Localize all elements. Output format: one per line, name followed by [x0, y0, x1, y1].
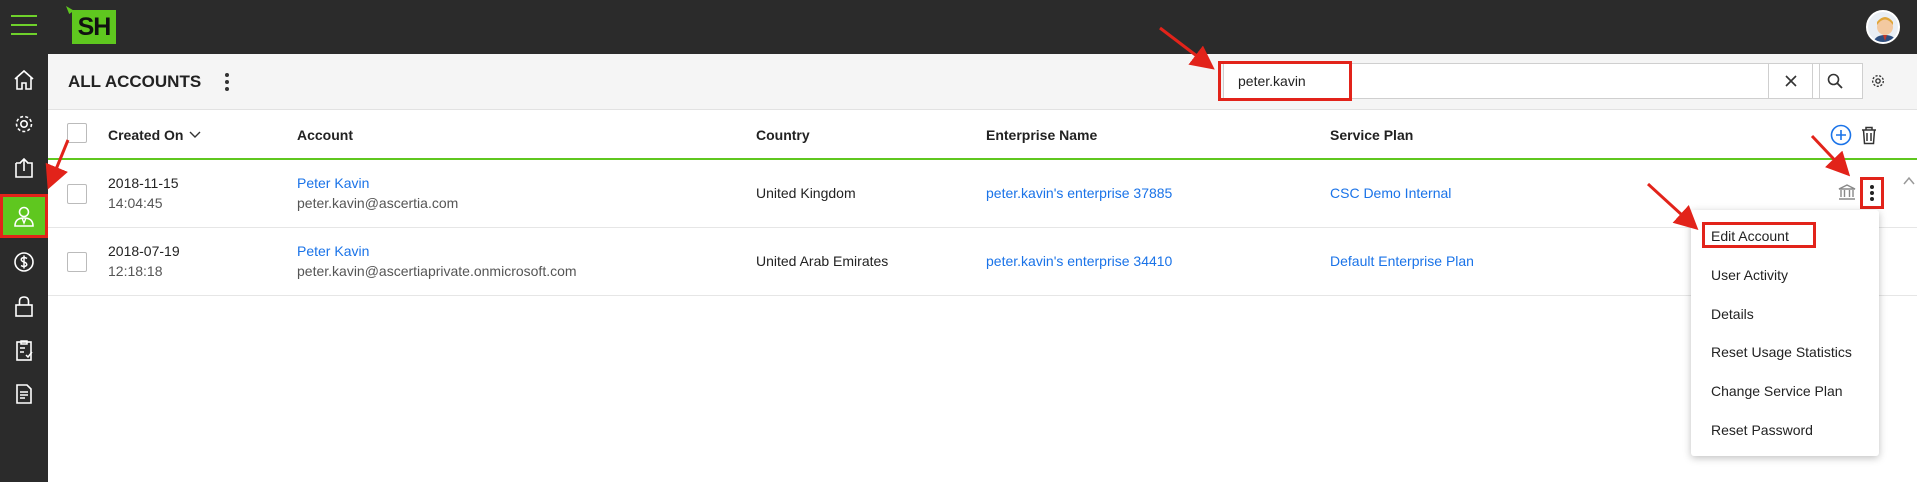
created-date: 2018-07-19	[108, 243, 180, 259]
more-vertical-icon	[1870, 185, 1874, 201]
delete-button[interactable]	[1858, 124, 1880, 146]
home-icon	[14, 69, 34, 90]
search-settings-button-icon-slot[interactable]	[1860, 64, 1896, 98]
add-account-button[interactable]	[1830, 124, 1852, 146]
menu-item-user-activity[interactable]: User Activity	[1711, 267, 1788, 283]
table-row[interactable]: 2018-11-15 14:04:45 Peter Kavin peter.ka…	[48, 160, 1917, 228]
country: United Arab Emirates	[756, 253, 889, 269]
chevron-down-icon	[189, 131, 201, 138]
column-account[interactable]: Account	[297, 127, 353, 143]
row-actions-button[interactable]	[1860, 177, 1884, 209]
column-enterprise-name[interactable]: Enterprise Name	[986, 127, 1097, 143]
scroll-up-icon[interactable]	[1902, 174, 1916, 188]
sidebar-item-security[interactable]	[0, 284, 48, 328]
menu-item-change-service-plan[interactable]: Change Service Plan	[1711, 383, 1843, 399]
clear-search-button[interactable]	[1768, 64, 1812, 98]
menu-item-details[interactable]: Details	[1711, 306, 1754, 322]
clipboard-check-icon	[16, 340, 33, 361]
column-service-plan[interactable]: Service Plan	[1330, 127, 1413, 143]
avatar-icon	[1873, 17, 1897, 42]
menu-item-edit-account[interactable]: Edit Account	[1711, 228, 1789, 244]
user-avatar[interactable]	[1866, 10, 1900, 44]
sidebar-item-approvals[interactable]	[0, 328, 48, 372]
select-all-checkbox[interactable]	[67, 123, 87, 143]
user-account-icon	[14, 206, 34, 227]
service-plan-link[interactable]: Default Enterprise Plan	[1330, 253, 1474, 269]
created-date: 2018-11-15	[108, 175, 179, 191]
row-checkbox[interactable]	[67, 252, 87, 272]
lock-icon	[15, 296, 33, 317]
created-time: 12:18:18	[108, 263, 163, 279]
column-created-on[interactable]: Created On	[108, 127, 201, 143]
gear-icon	[15, 115, 33, 133]
table-row[interactable]: 2018-07-19 12:18:18 Peter Kavin peter.ka…	[48, 228, 1917, 296]
account-email: peter.kavin@ascertiaprivate.onmicrosoft.…	[297, 263, 577, 279]
header-more-icon[interactable]	[222, 70, 232, 94]
account-name-link[interactable]: Peter Kavin	[297, 175, 369, 191]
document-icon	[16, 384, 32, 404]
sidebar-item-home[interactable]	[0, 58, 48, 102]
gear-icon	[1872, 75, 1884, 87]
plus-circle-icon	[1830, 124, 1852, 146]
sidebar	[0, 54, 48, 482]
row-actions-menu: Edit Account User Activity Details Reset…	[1691, 210, 1879, 456]
sidebar-item-settings[interactable]	[0, 102, 48, 146]
page-title: ALL ACCOUNTS	[68, 72, 202, 91]
trash-icon	[1862, 126, 1876, 145]
accounts-table: Created On Account Country Enterprise Na…	[48, 110, 1917, 296]
search-input[interactable]	[1234, 64, 1664, 98]
column-country[interactable]: Country	[756, 127, 810, 143]
app-logo[interactable]: SH	[72, 10, 116, 44]
table-header: Created On Account Country Enterprise Na…	[48, 110, 1917, 160]
bank-icon	[1838, 184, 1856, 200]
dollar-icon	[14, 252, 34, 272]
search-settings-button[interactable]	[1819, 64, 1864, 98]
service-plan-link[interactable]: CSC Demo Internal	[1330, 185, 1451, 201]
sidebar-item-billing[interactable]	[0, 240, 48, 284]
enterprise-button[interactable]	[1837, 182, 1857, 202]
created-time: 14:04:45	[108, 195, 163, 211]
account-email: peter.kavin@ascertia.com	[297, 195, 459, 211]
country: United Kingdom	[756, 185, 856, 201]
search-box	[1223, 63, 1863, 99]
hamburger-menu-icon[interactable]	[11, 15, 37, 37]
sidebar-item-accounts[interactable]	[0, 194, 48, 238]
top-bar: SH	[0, 0, 1917, 54]
menu-item-reset-password[interactable]: Reset Password	[1711, 422, 1813, 438]
page-header: ALL ACCOUNTS	[48, 54, 1917, 110]
column-created-on-label: Created On	[108, 127, 184, 143]
sidebar-item-upload[interactable]	[0, 146, 48, 190]
sidebar-item-reports[interactable]	[0, 372, 48, 416]
account-name-link[interactable]: Peter Kavin	[297, 243, 369, 259]
enterprise-name-link[interactable]: peter.kavin's enterprise 37885	[986, 185, 1172, 201]
enterprise-name-link[interactable]: peter.kavin's enterprise 34410	[986, 253, 1172, 269]
row-checkbox[interactable]	[67, 184, 87, 204]
upload-box-icon	[15, 157, 33, 178]
menu-item-reset-usage-statistics[interactable]: Reset Usage Statistics	[1711, 344, 1852, 360]
close-icon	[1784, 75, 1797, 87]
